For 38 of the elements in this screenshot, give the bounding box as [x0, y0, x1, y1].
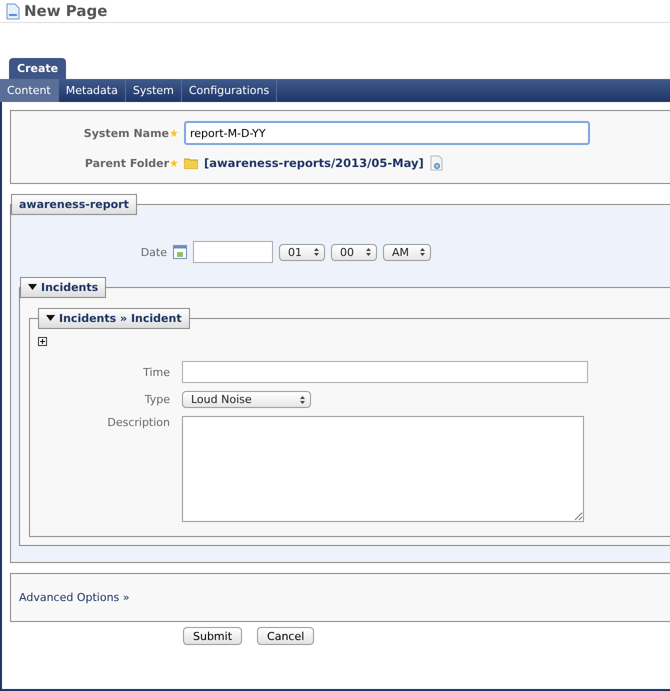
date-field[interactable] [193, 241, 273, 263]
ampm-select[interactable]: AM [383, 244, 431, 260]
field-label: Description [106, 416, 170, 429]
caret-icon[interactable] [28, 284, 37, 291]
dropdown-arrows-icon [300, 396, 305, 404]
calendar-icon[interactable] [173, 245, 187, 259]
system-name-field[interactable]: report-M-D-YY [184, 121, 590, 145]
page-icon [6, 2, 20, 20]
folder-path: [awareness-reports/2013/05-May] [204, 156, 424, 170]
cancel-button[interactable]: Cancel [257, 627, 314, 645]
field-label: System Name [82, 126, 169, 140]
nav-tab[interactable]: Metadata [58, 79, 126, 102]
nav-tab[interactable]: System [126, 79, 182, 102]
submit-button[interactable]: Submit [183, 627, 242, 645]
nav-tab[interactable]: Content [0, 79, 59, 102]
tab[interactable]: Create [9, 58, 66, 79]
nav-tab[interactable]: Configurations [182, 79, 278, 102]
folder-icon[interactable] [184, 157, 198, 169]
search-icon[interactable] [430, 155, 443, 171]
time-field[interactable] [182, 361, 588, 383]
legend-text: Incidents [41, 281, 98, 294]
field-label: Time [142, 366, 170, 378]
legend-text: Incidents » Incident [59, 312, 182, 325]
minute-select[interactable]: 00 [331, 244, 377, 260]
caret-icon[interactable] [46, 315, 55, 322]
dropdown-arrows-icon [366, 248, 371, 256]
dropdown-arrows-icon [420, 248, 425, 256]
field-label: Type [144, 393, 170, 406]
fieldset-legend: awareness-report [11, 194, 137, 215]
advanced-options-link[interactable]: Advanced Options » [19, 591, 130, 604]
type-select[interactable]: Loud Noise [182, 391, 311, 408]
field-label: Parent Folder [84, 156, 169, 170]
dropdown-arrows-icon [314, 248, 319, 256]
page-title: New Page [24, 2, 108, 20]
field-label: Date [140, 246, 167, 258]
hour-select[interactable]: 01 [279, 244, 325, 260]
add-icon[interactable] [38, 337, 47, 346]
description-field[interactable] [182, 416, 584, 522]
